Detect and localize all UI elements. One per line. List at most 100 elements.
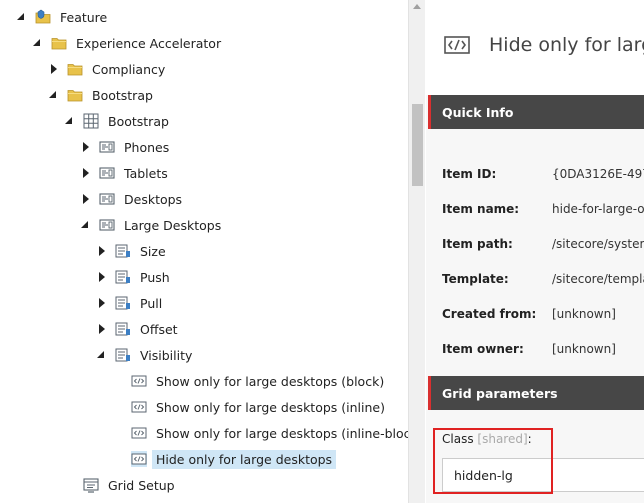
tree-item-label: Pull	[140, 295, 163, 311]
section-accent	[428, 376, 431, 410]
code-icon	[131, 373, 147, 389]
quick-info-value: /sitecore/templa	[552, 272, 644, 286]
device-icon	[99, 139, 115, 155]
tree-item-bootstrap[interactable]: Bootstrap	[65, 110, 173, 132]
grid-parameters-section-header[interactable]: Grid parameters	[428, 376, 644, 410]
list-icon	[115, 243, 131, 259]
quick-info-value: [unknown]	[552, 307, 616, 321]
device-icon	[99, 165, 115, 181]
grid-icon	[83, 113, 99, 129]
tree-item-phones[interactable]: Phones	[81, 136, 173, 158]
tree-item-size[interactable]: Size	[97, 240, 170, 262]
code-icon	[444, 36, 470, 54]
tree-item-bootstrap[interactable]: Bootstrap	[49, 84, 157, 106]
folder-icon	[67, 87, 83, 103]
quick-info-value: {0DA3126E-497A	[552, 167, 644, 181]
tree-item-show-only-for-large-desktops-inline-block[interactable]: Show only for large desktops (inline-blo…	[113, 422, 408, 444]
tree-item-label: Experience Accelerator	[76, 35, 222, 51]
tree-item-label: Grid Setup	[108, 477, 175, 493]
tree-item-desktops[interactable]: Desktops	[81, 188, 186, 210]
quick-info-section-header[interactable]: Quick Info	[428, 95, 644, 129]
expand-arrow-icon[interactable]	[81, 142, 91, 152]
quick-info-heading: Quick Info	[442, 104, 514, 120]
tree-item-label: Show only for large desktops (inline-blo…	[156, 425, 408, 441]
tree-item-experience-accelerator[interactable]: Experience Accelerator	[33, 32, 225, 54]
folder-shield-icon	[35, 9, 51, 25]
quick-info-label: Item owner:	[442, 342, 524, 356]
quick-info-row: Item owner: [unknown]	[442, 339, 616, 359]
tree-item-label: Feature	[60, 9, 108, 25]
tree-item-label: Visibility	[140, 347, 193, 363]
tree-item-label: Large Desktops	[124, 217, 222, 233]
quick-info-row: Created from: [unknown]	[442, 304, 616, 324]
code-icon	[131, 425, 147, 441]
quick-info-label: Template:	[442, 272, 509, 286]
grid-parameters-heading: Grid parameters	[442, 385, 558, 401]
collapse-arrow-icon[interactable]	[97, 350, 107, 360]
device-icon	[99, 217, 115, 233]
expand-arrow-icon[interactable]	[49, 64, 59, 74]
tree-item-push[interactable]: Push	[97, 266, 174, 288]
collapse-arrow-icon[interactable]	[17, 12, 27, 22]
scroll-up-arrow-icon[interactable]	[413, 4, 421, 9]
grid-setup-icon	[83, 477, 99, 493]
tree-item-visibility[interactable]: Visibility	[97, 344, 196, 366]
code-icon	[131, 451, 147, 467]
tree-item-label: Offset	[140, 321, 178, 337]
quick-info-row: Item path: /sitecore/system	[442, 234, 644, 254]
quick-info-label: Item ID:	[442, 167, 497, 181]
tree-item-pull[interactable]: Pull	[97, 292, 166, 314]
collapse-arrow-icon[interactable]	[65, 116, 75, 126]
list-icon	[115, 295, 131, 311]
section-accent	[428, 95, 431, 129]
folder-icon	[67, 61, 83, 77]
quick-info-value: /sitecore/system	[552, 237, 644, 251]
expand-arrow-icon[interactable]	[97, 246, 107, 256]
collapse-arrow-icon[interactable]	[81, 220, 91, 230]
expand-arrow-icon[interactable]	[97, 324, 107, 334]
quick-info-label: Created from:	[442, 307, 537, 321]
tree-item-show-only-for-large-desktops-block[interactable]: Show only for large desktops (block)	[113, 370, 388, 392]
list-icon	[115, 269, 131, 285]
tree-item-grid-setup[interactable]: Grid Setup	[65, 474, 179, 496]
tree-item-label: Compliancy	[92, 61, 166, 77]
quick-info-label: Item path:	[442, 237, 513, 251]
tree-item-label: Size	[140, 243, 166, 259]
expand-arrow-icon[interactable]	[97, 298, 107, 308]
expand-arrow-icon[interactable]	[81, 194, 91, 204]
folder-icon	[51, 35, 67, 51]
scroll-thumb[interactable]	[412, 104, 423, 186]
quick-info-value: [unknown]	[552, 342, 616, 356]
tree-item-offset[interactable]: Offset	[97, 318, 182, 340]
tree-item-tablets[interactable]: Tablets	[81, 162, 172, 184]
tree-item-large-desktops[interactable]: Large Desktops	[81, 214, 225, 236]
tree-item-compliancy[interactable]: Compliancy	[49, 58, 169, 80]
quick-info-row: Item ID: {0DA3126E-497A	[442, 164, 644, 184]
quick-info-row: Template: /sitecore/templa	[442, 269, 644, 289]
expand-arrow-icon[interactable]	[97, 272, 107, 282]
content-tree: Feature Experience Accelerator Compliancy B…	[0, 0, 408, 503]
tree-scrollbar[interactable]	[408, 0, 425, 503]
quick-info-label: Item name:	[442, 202, 520, 216]
collapse-arrow-icon[interactable]	[33, 38, 43, 48]
list-icon	[115, 347, 131, 363]
tree-item-show-only-for-large-desktops-inline[interactable]: Show only for large desktops (inline)	[113, 396, 389, 418]
item-header: Hide only for large	[426, 0, 644, 95]
tree-item-label: Desktops	[124, 191, 183, 207]
tree-item-hide-only-for-large-desktops[interactable]: Hide only for large desktops	[113, 448, 337, 470]
tree-item-label: Hide only for large desktops	[152, 449, 337, 469]
tree-item-label: Bootstrap	[108, 113, 169, 129]
tree-item-label: Tablets	[124, 165, 168, 181]
device-icon	[99, 191, 115, 207]
list-icon	[115, 321, 131, 337]
quick-info-row: Item name: hide-for-large-or	[442, 199, 644, 219]
expand-arrow-icon[interactable]	[81, 168, 91, 178]
tree-item-label: Bootstrap	[92, 87, 153, 103]
code-icon	[131, 399, 147, 415]
tree-item-feature[interactable]: Feature	[17, 6, 111, 28]
tree-item-label: Phones	[124, 139, 170, 155]
collapse-arrow-icon[interactable]	[49, 90, 59, 100]
